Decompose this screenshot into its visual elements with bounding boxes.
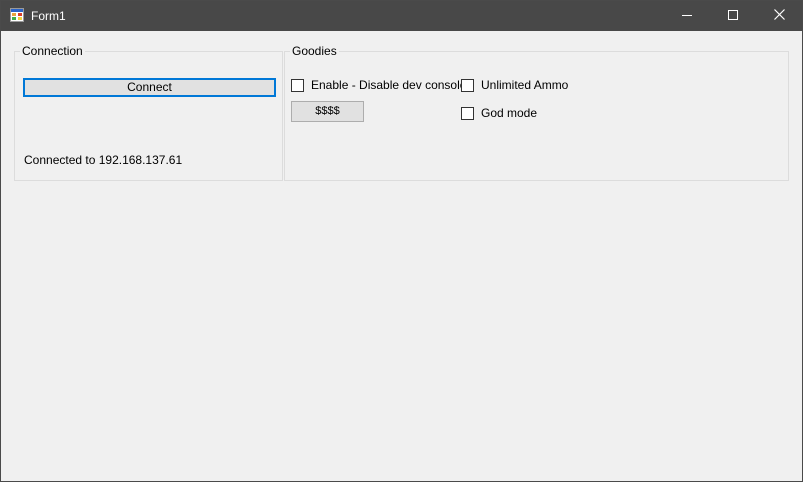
god-mode-checkbox-box[interactable] (461, 106, 474, 120)
form1-window: Form1 Connection Connect Connected to 19… (0, 0, 803, 482)
dev-console-checkbox[interactable]: Enable - Disable dev console (291, 78, 466, 92)
connection-legend: Connection (22, 44, 83, 58)
unlimited-ammo-checkbox[interactable]: Unlimited Ammo (461, 78, 568, 92)
connection-status-label: Connected to 192.168.137.61 (24, 153, 183, 167)
close-button[interactable] (756, 1, 802, 31)
minimize-icon (682, 9, 692, 23)
form-app-icon (10, 8, 24, 22)
unlimited-ammo-checkbox-box[interactable] (461, 78, 474, 92)
god-mode-checkbox-label: God mode (481, 106, 538, 120)
window-title: Form1 (31, 9, 66, 23)
unlimited-ammo-checkbox-label: Unlimited Ammo (481, 78, 569, 92)
connect-button[interactable]: Connect (23, 78, 276, 97)
goodies-groupbox: Goodies Enable - Disable dev console $$$… (284, 44, 789, 181)
money-button[interactable]: $$$$ (291, 101, 364, 122)
god-mode-checkbox[interactable]: God mode (461, 106, 537, 120)
goodies-legend: Goodies (292, 44, 337, 58)
dev-console-checkbox-box[interactable] (291, 78, 304, 92)
maximize-icon (728, 9, 738, 23)
connection-groupbox: Connection Connect Connected to 192.168.… (14, 44, 283, 181)
minimize-button[interactable] (664, 1, 710, 31)
client-area: Connection Connect Connected to 192.168.… (1, 31, 802, 481)
dev-console-checkbox-label: Enable - Disable dev console (311, 78, 467, 92)
close-icon (773, 9, 785, 23)
maximize-button[interactable] (710, 1, 756, 31)
title-bar[interactable]: Form1 (1, 1, 802, 31)
